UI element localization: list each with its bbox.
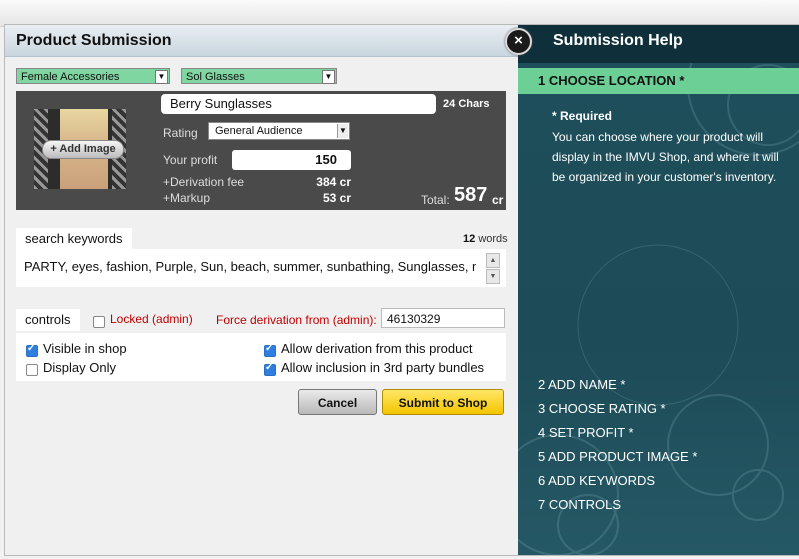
locked-label: Locked (admin) (110, 312, 193, 326)
rating-value: General Audience (215, 125, 303, 137)
window-top-bar (0, 0, 799, 27)
help-header: Submission Help (518, 25, 799, 63)
add-image-label: Add Image (59, 143, 116, 155)
char-count: 24 Chars (443, 98, 490, 110)
visible-in-shop-checkbox[interactable] (26, 343, 38, 357)
profit-input[interactable]: 150 (232, 150, 351, 170)
category-value: Female Accessories (21, 71, 120, 83)
total-unit: cr (492, 193, 504, 207)
product-name-input[interactable]: Berry Sunglasses (161, 94, 436, 114)
product-form-fields: Berry Sunglasses 24 Chars Rating General… (161, 91, 506, 210)
add-image-button[interactable]: + Add Image (42, 140, 124, 159)
help-step-active-label: 1 CHOOSE LOCATION * (538, 73, 685, 88)
subcategory-dropdown[interactable]: Sol Glasses ▼ (181, 68, 337, 84)
profit-label: Your profit (163, 153, 218, 167)
keywords-tab: search keywords (16, 228, 132, 250)
cancel-button[interactable]: Cancel (298, 389, 377, 415)
char-count-label: Chars (458, 98, 490, 110)
submission-form-panel: Product Submission Female Accessories ▼ … (5, 25, 518, 555)
char-count-value: 24 (443, 98, 456, 110)
close-icon[interactable]: × (505, 28, 532, 55)
help-step[interactable]: 3 CHOOSE RATING * (538, 399, 697, 423)
keyword-count-label: words (478, 233, 508, 245)
rating-select[interactable]: General Audience ▼ (208, 122, 350, 140)
markup-value: 53 cr (322, 191, 351, 205)
help-step[interactable]: 2 ADD NAME * (538, 375, 697, 399)
markup-label: +Markup (163, 191, 211, 205)
chevron-down-icon: ▼ (155, 70, 168, 84)
keywords-text: PARTY, eyes, fashion, Purple, Sun, beach… (24, 259, 476, 274)
force-derivation-input[interactable]: 46130329 (381, 308, 505, 328)
allow-inclusion-label: Allow inclusion in 3rd party bundles (281, 360, 485, 375)
allow-derivation-checkbox[interactable] (264, 343, 276, 357)
controls-tab: controls (16, 309, 80, 331)
force-derivation-label: Force derivation from (admin): (216, 313, 377, 327)
keyword-count: 12 words (463, 233, 508, 245)
help-step-active[interactable]: 1 CHOOSE LOCATION * (518, 68, 799, 94)
derivation-fee-label: +Derivation fee (163, 175, 245, 189)
keywords-textarea[interactable]: PARTY, eyes, fashion, Purple, Sun, beach… (16, 249, 506, 287)
help-step[interactable]: 5 ADD PRODUCT IMAGE * (538, 447, 697, 471)
visible-in-shop-label: Visible in shop (43, 341, 127, 356)
form-header: Product Submission (5, 25, 518, 57)
scroll-up-icon[interactable]: ▲ (486, 253, 500, 268)
derivation-fee-value: 384 cr (316, 175, 351, 189)
submit-to-shop-button[interactable]: Submit to Shop (382, 389, 504, 415)
product-submission-dialog: Product Submission Female Accessories ▼ … (4, 24, 799, 556)
product-details-panel: + Add Image Berry Sunglasses 24 Chars Ra… (16, 91, 506, 210)
total-label: Total: (421, 193, 450, 207)
help-step[interactable]: 6 ADD KEYWORDS (538, 471, 697, 495)
scroll-down-icon[interactable]: ▼ (486, 269, 500, 284)
help-description: You can choose where your product will d… (552, 130, 779, 184)
display-only-label: Display Only (43, 360, 116, 375)
allow-derivation-label: Allow derivation from this product (281, 341, 473, 356)
help-step[interactable]: 4 SET PROFIT * (538, 423, 697, 447)
total-value: 587 (454, 184, 488, 206)
chevron-down-icon: ▼ (322, 70, 335, 84)
help-title: Submission Help (553, 32, 683, 49)
submission-help-panel: Submission Help 1 CHOOSE LOCATION * * Re… (518, 25, 799, 555)
category-dropdown[interactable]: Female Accessories ▼ (16, 68, 170, 84)
display-only-checkbox[interactable] (26, 364, 38, 376)
chevron-down-icon: ▼ (337, 124, 348, 138)
required-note: * Required (552, 109, 613, 123)
rating-label: Rating (163, 126, 198, 140)
subcategory-value: Sol Glasses (186, 71, 245, 83)
dialog-title: Product Submission (16, 32, 172, 49)
help-steps-list: 2 ADD NAME * 3 CHOOSE RATING * 4 SET PRO… (538, 375, 697, 519)
locked-checkbox[interactable] (93, 316, 105, 328)
help-step[interactable]: 7 CONTROLS (538, 495, 697, 519)
keyword-count-value: 12 (463, 233, 476, 245)
allow-inclusion-checkbox[interactable] (264, 362, 276, 376)
